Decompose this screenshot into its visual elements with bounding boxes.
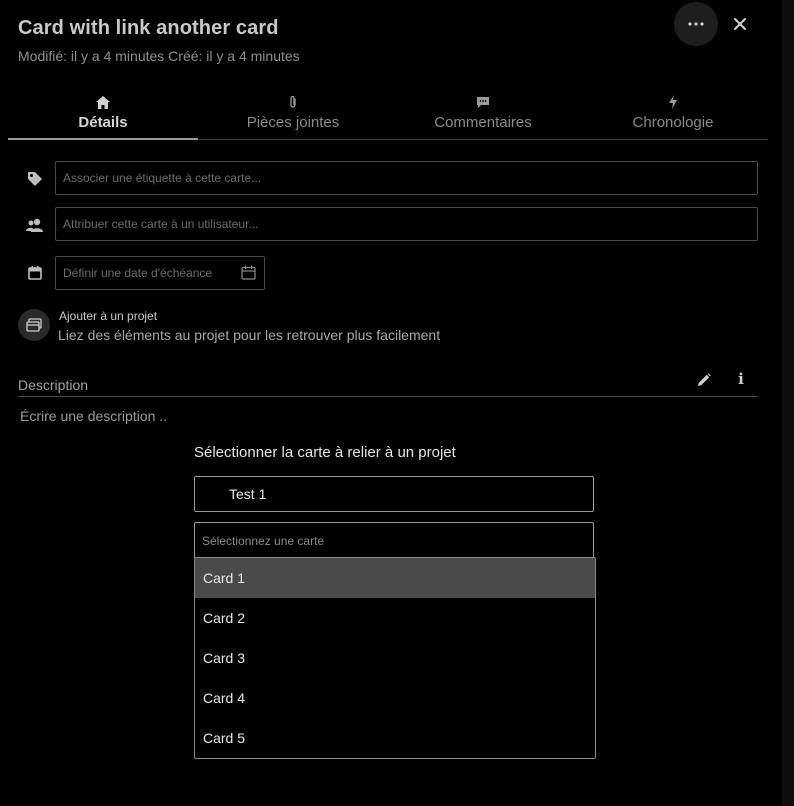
tag-icon bbox=[26, 170, 44, 188]
link-dialog-title: Sélectionner la carte à relier à un proj… bbox=[194, 444, 456, 461]
tab-attachments[interactable]: Pièces jointes bbox=[198, 92, 388, 140]
users-icon bbox=[26, 216, 44, 234]
date-picker-icon[interactable] bbox=[241, 265, 256, 285]
pencil-icon bbox=[698, 373, 711, 386]
more-options-button[interactable] bbox=[674, 2, 718, 46]
ellipsis-icon bbox=[688, 22, 704, 26]
tab-label: Détails bbox=[78, 114, 128, 131]
active-tab-indicator bbox=[8, 138, 198, 140]
due-date-field[interactable] bbox=[55, 256, 265, 290]
description-placeholder[interactable]: Écrire une description .. bbox=[20, 408, 167, 424]
close-icon bbox=[734, 18, 746, 30]
card-option[interactable]: Card 5 bbox=[195, 718, 595, 758]
card-option[interactable]: Card 4 bbox=[195, 678, 595, 718]
tab-details[interactable]: Détails bbox=[8, 92, 198, 140]
paperclip-icon bbox=[288, 94, 298, 110]
tab-label: Pièces jointes bbox=[246, 114, 340, 131]
tags-input[interactable] bbox=[56, 162, 757, 194]
edit-description-button[interactable] bbox=[694, 371, 714, 389]
comment-icon bbox=[476, 94, 490, 110]
project-select[interactable]: Test 1 bbox=[194, 476, 594, 512]
assignee-input[interactable] bbox=[56, 208, 757, 240]
tab-label: Chronologie bbox=[632, 114, 714, 131]
calendar-icon bbox=[26, 264, 44, 282]
tags-field[interactable] bbox=[55, 161, 758, 195]
due-date-input[interactable] bbox=[56, 257, 264, 289]
card-dropdown: Card 1 Card 2 Card 3 Card 4 Card 5 bbox=[194, 557, 596, 759]
tab-timeline[interactable]: Chronologie bbox=[578, 92, 768, 140]
card-option[interactable]: Card 1 bbox=[195, 558, 595, 598]
description-divider bbox=[18, 396, 758, 397]
tab-label: Commentaires bbox=[434, 114, 532, 131]
card-option[interactable]: Card 2 bbox=[195, 598, 595, 638]
description-label: Description bbox=[18, 377, 89, 393]
lightning-icon bbox=[668, 94, 678, 110]
scrollbar[interactable] bbox=[782, 0, 794, 806]
close-button[interactable] bbox=[728, 10, 752, 38]
card-option[interactable]: Card 3 bbox=[195, 638, 595, 678]
card-search-input[interactable]: Sélectionnez une carte bbox=[194, 522, 594, 558]
assignee-field[interactable] bbox=[55, 207, 758, 241]
add-to-project-button[interactable] bbox=[18, 309, 50, 341]
tab-comments[interactable]: Commentaires bbox=[388, 92, 578, 140]
project-section-title: Ajouter à un projet bbox=[59, 309, 158, 323]
project-icon bbox=[26, 318, 42, 332]
home-icon bbox=[96, 94, 110, 110]
project-section-description: Liez des éléments au projet pour les ret… bbox=[58, 327, 441, 343]
info-button[interactable]: i bbox=[733, 370, 749, 390]
card-timestamps: Modifié: il y a 4 minutes Créé: il y a 4… bbox=[18, 48, 300, 64]
card-title: Card with link another card bbox=[18, 17, 279, 39]
